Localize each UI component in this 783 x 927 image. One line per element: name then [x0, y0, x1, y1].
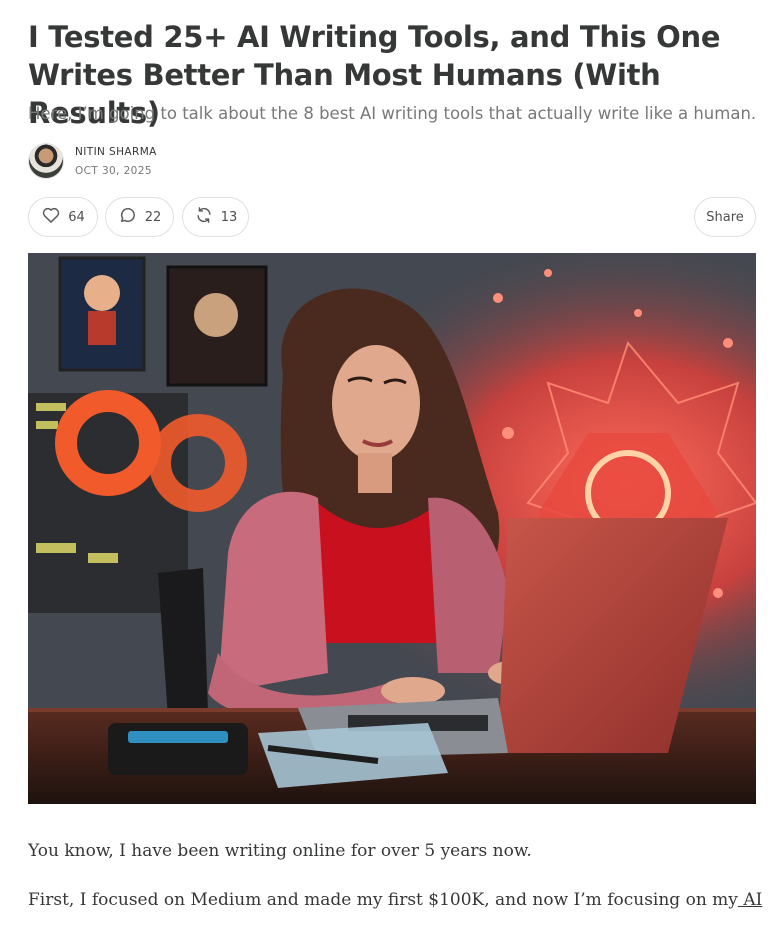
hero-illustration: [28, 253, 756, 804]
author-name[interactable]: NITIN SHARMA: [75, 145, 157, 159]
post-actions: 64 22 13 Share: [28, 197, 756, 237]
restack-icon: [194, 205, 214, 229]
heart-icon: [41, 205, 61, 229]
body-paragraph-2: First, I focused on Medium and made my f…: [28, 887, 768, 913]
ai-link[interactable]: AI: [738, 890, 762, 910]
byline-meta: NITIN SHARMA OCT 30, 2025: [75, 145, 157, 178]
post-subtitle: Here, I’m going to talk about the 8 best…: [28, 104, 757, 123]
author-avatar[interactable]: [28, 143, 64, 179]
hero-image: [28, 253, 756, 804]
byline: NITIN SHARMA OCT 30, 2025: [28, 143, 157, 179]
like-count: 64: [68, 209, 85, 225]
body-paragraph-2-text: First, I focused on Medium and made my f…: [28, 890, 738, 910]
body-paragraph-1: You know, I have been writing online for…: [28, 841, 532, 861]
share-button[interactable]: Share: [694, 197, 756, 237]
comment-bubble-icon: [118, 205, 138, 229]
comment-button[interactable]: 22: [105, 197, 174, 237]
comment-count: 22: [144, 209, 162, 225]
like-button[interactable]: 64: [28, 197, 98, 237]
restack-button[interactable]: 13: [182, 197, 249, 237]
restack-count: 13: [220, 209, 238, 225]
post-date: OCT 30, 2025: [75, 164, 152, 177]
